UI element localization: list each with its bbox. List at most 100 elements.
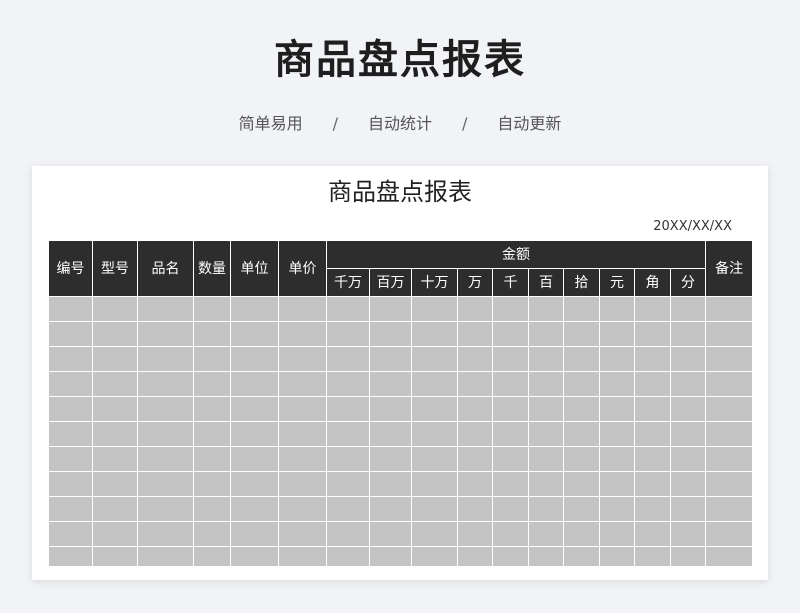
table-cell[interactable] [369,471,412,497]
table-cell[interactable] [230,421,279,447]
table-cell[interactable] [230,296,279,322]
table-cell[interactable] [492,371,529,397]
table-cell[interactable] [48,346,93,372]
table-cell[interactable] [326,396,370,422]
table-cell[interactable] [634,296,671,322]
table-cell[interactable] [669,446,707,472]
table-cell[interactable] [563,296,600,322]
table-cell[interactable] [457,296,493,322]
table-cell[interactable] [457,421,493,447]
table-cell[interactable] [634,496,671,522]
table-cell[interactable] [563,346,600,372]
table-cell[interactable] [193,421,231,447]
table-cell[interactable] [48,546,93,567]
table-cell[interactable] [230,321,279,347]
table-cell[interactable] [563,521,600,547]
table-cell[interactable] [137,446,194,472]
table-cell[interactable] [193,396,231,422]
table-cell[interactable] [193,471,231,497]
table-cell[interactable] [492,346,529,372]
table-cell[interactable] [278,396,327,422]
table-cell[interactable] [137,496,194,522]
table-cell[interactable] [457,396,493,422]
table-cell[interactable] [599,496,635,522]
table-cell[interactable] [278,546,327,567]
table-cell[interactable] [48,321,93,347]
table-cell[interactable] [230,346,279,372]
table-cell[interactable] [230,396,279,422]
table-cell[interactable] [528,321,564,347]
table-cell[interactable] [528,296,564,322]
table-cell[interactable] [92,396,138,422]
table-cell[interactable] [528,471,564,497]
table-cell[interactable] [230,471,279,497]
table-cell[interactable] [369,346,412,372]
table-cell[interactable] [492,496,529,522]
table-cell[interactable] [411,371,458,397]
table-cell[interactable] [705,521,754,547]
table-cell[interactable] [48,296,93,322]
table-cell[interactable] [705,421,754,447]
table-cell[interactable] [528,446,564,472]
table-cell[interactable] [669,321,707,347]
table-cell[interactable] [705,371,754,397]
table-cell[interactable] [369,296,412,322]
table-cell[interactable] [193,496,231,522]
table-cell[interactable] [48,496,93,522]
table-cell[interactable] [278,471,327,497]
table-cell[interactable] [278,521,327,547]
table-cell[interactable] [369,446,412,472]
table-cell[interactable] [563,396,600,422]
table-cell[interactable] [563,546,600,567]
table-cell[interactable] [137,396,194,422]
table-cell[interactable] [411,321,458,347]
table-cell[interactable] [92,346,138,372]
table-cell[interactable] [705,346,754,372]
table-cell[interactable] [369,371,412,397]
table-cell[interactable] [705,546,754,567]
table-cell[interactable] [457,546,493,567]
table-cell[interactable] [599,471,635,497]
table-cell[interactable] [457,521,493,547]
table-cell[interactable] [634,471,671,497]
table-cell[interactable] [278,346,327,372]
table-cell[interactable] [563,371,600,397]
table-cell[interactable] [457,471,493,497]
table-cell[interactable] [492,546,529,567]
table-cell[interactable] [369,496,412,522]
table-cell[interactable] [563,446,600,472]
table-cell[interactable] [411,296,458,322]
table-cell[interactable] [411,446,458,472]
table-cell[interactable] [528,496,564,522]
table-cell[interactable] [48,446,93,472]
table-cell[interactable] [411,346,458,372]
table-cell[interactable] [92,321,138,347]
table-cell[interactable] [705,296,754,322]
table-cell[interactable] [369,521,412,547]
table-cell[interactable] [137,421,194,447]
table-cell[interactable] [326,446,370,472]
table-cell[interactable] [92,546,138,567]
table-cell[interactable] [705,471,754,497]
table-cell[interactable] [599,371,635,397]
table-cell[interactable] [326,546,370,567]
table-cell[interactable] [669,296,707,322]
table-cell[interactable] [411,396,458,422]
table-cell[interactable] [669,421,707,447]
table-cell[interactable] [326,296,370,322]
table-cell[interactable] [411,496,458,522]
table-cell[interactable] [528,346,564,372]
table-cell[interactable] [230,546,279,567]
table-cell[interactable] [528,546,564,567]
table-cell[interactable] [669,346,707,372]
table-cell[interactable] [193,321,231,347]
table-cell[interactable] [492,296,529,322]
table-cell[interactable] [193,446,231,472]
table-cell[interactable] [599,446,635,472]
table-cell[interactable] [193,371,231,397]
table-cell[interactable] [492,471,529,497]
table-cell[interactable] [528,371,564,397]
table-cell[interactable] [48,371,93,397]
table-cell[interactable] [634,346,671,372]
table-cell[interactable] [634,321,671,347]
